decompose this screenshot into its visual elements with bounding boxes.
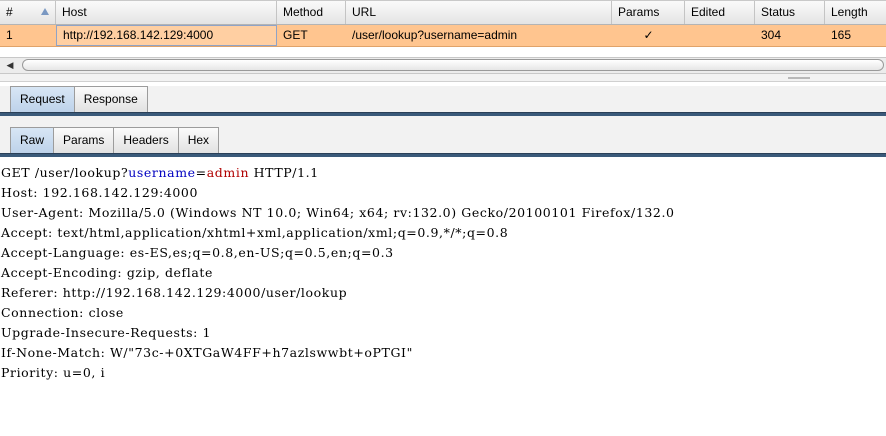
cell-host[interactable]: http://192.168.142.129:4000 xyxy=(56,25,277,46)
header-priority: Priority: u=0, i xyxy=(1,365,106,380)
header-accept-encoding: Accept-Encoding: gzip, deflate xyxy=(1,265,214,280)
column-header-host[interactable]: Host xyxy=(56,1,277,24)
scrollbar-thumb[interactable] xyxy=(22,59,884,71)
query-param-name: username xyxy=(128,165,196,180)
column-header-url[interactable]: URL xyxy=(346,1,612,24)
header-upgrade-insecure-requests: Upgrade-Insecure-Requests: 1 xyxy=(1,325,212,340)
sort-ascending-icon xyxy=(41,8,49,15)
header-referer: Referer: http://192.168.142.129:4000/use… xyxy=(1,285,348,300)
horizontal-scrollbar[interactable]: ◀ xyxy=(0,57,886,74)
tab-params[interactable]: Params xyxy=(53,127,115,153)
proxy-history-window: # Host Method URL Params Edited Status L… xyxy=(0,0,886,436)
column-header-edited[interactable]: Edited xyxy=(685,1,755,24)
header-connection: Connection: close xyxy=(1,305,124,320)
header-user-agent: User-Agent: Mozilla/5.0 (Windows NT 10.0… xyxy=(1,205,675,220)
column-header-params[interactable]: Params xyxy=(612,1,685,24)
tab-headers[interactable]: Headers xyxy=(113,127,179,153)
history-table: # Host Method URL Params Edited Status L… xyxy=(0,0,886,47)
header-accept-language: Accept-Language: es-ES,es;q=0.8,en-US;q=… xyxy=(1,245,394,260)
column-header-length[interactable]: Length xyxy=(825,1,886,24)
table-header: # Host Method URL Params Edited Status L… xyxy=(0,0,886,25)
splitter-grip[interactable] xyxy=(788,77,810,79)
pane-splitter[interactable] xyxy=(0,74,886,82)
cell-method: GET xyxy=(283,28,308,42)
table-row[interactable]: 1 http://192.168.142.129:4000 GET /user/… xyxy=(0,25,886,47)
header-if-none-match: If-None-Match: W/"73c-+0XTGaW4FF+h7azlsw… xyxy=(1,345,413,360)
tab-hex[interactable]: Hex xyxy=(177,127,220,153)
tab-strip-border xyxy=(0,153,886,157)
tab-request[interactable]: Request xyxy=(10,86,75,112)
column-header-method[interactable]: Method xyxy=(277,1,346,24)
scroll-left-arrow-icon[interactable]: ◀ xyxy=(2,59,18,72)
query-param-value: admin xyxy=(206,165,250,180)
checkmark-icon: ✓ xyxy=(643,28,654,42)
cell-length: 165 xyxy=(831,28,852,42)
cell-status: 304 xyxy=(761,28,782,42)
header-host: Host: 192.168.142.129:4000 xyxy=(1,185,199,200)
cell-url: /user/lookup?username=admin xyxy=(352,28,518,42)
tab-raw[interactable]: Raw xyxy=(10,127,55,153)
column-header-number[interactable]: # xyxy=(0,1,56,24)
request-line: GET /user/lookup?username=admin HTTP/1.1 xyxy=(1,165,319,180)
message-tab-strip: Request Response xyxy=(0,86,886,116)
raw-request-editor[interactable]: GET /user/lookup?username=admin HTTP/1.1… xyxy=(0,161,886,436)
request-view-tab-strip: Raw Params Headers Hex xyxy=(0,127,886,157)
column-header-status[interactable]: Status xyxy=(755,1,825,24)
cell-edited xyxy=(685,25,755,46)
tab-response[interactable]: Response xyxy=(73,86,148,112)
cell-number: 1 xyxy=(6,28,13,42)
header-accept: Accept: text/html,application/xhtml+xml,… xyxy=(1,225,509,240)
